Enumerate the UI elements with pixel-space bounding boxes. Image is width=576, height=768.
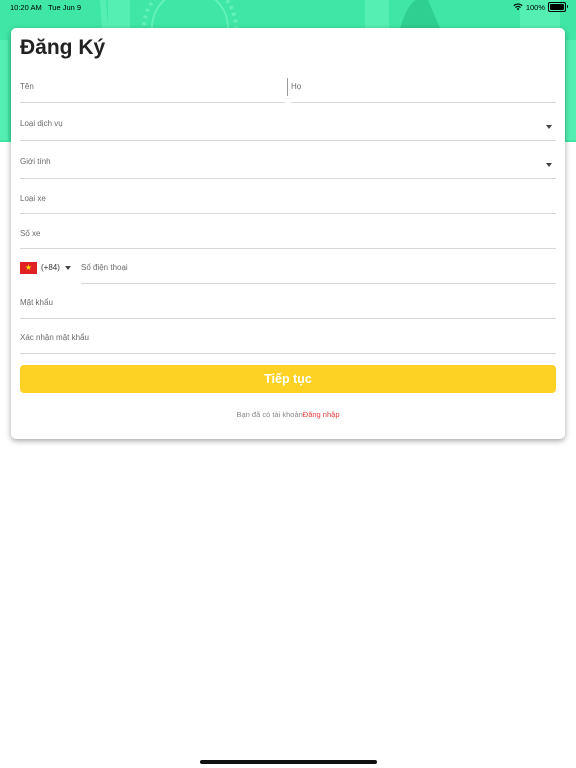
last-name-placeholder: Họ: [291, 82, 302, 91]
status-time: 10:20 AM Tue Jun 9: [10, 3, 82, 12]
status-bar: 10:20 AM Tue Jun 9 100%: [0, 0, 576, 16]
wifi-icon: [513, 3, 523, 11]
service-type-placeholder: Loại dịch vụ: [20, 119, 63, 128]
login-link[interactable]: Đăng nhập: [303, 410, 340, 419]
password-placeholder: Mật khẩu: [20, 298, 53, 307]
chevron-down-icon[interactable]: [65, 266, 71, 270]
vehicle-number-placeholder: Số xe: [20, 229, 41, 238]
home-indicator: [200, 760, 377, 764]
first-name-placeholder: Tên: [20, 82, 34, 91]
phone-field[interactable]: Số điện thoại: [81, 256, 556, 284]
first-name-field[interactable]: Tên: [20, 73, 285, 103]
service-type-select[interactable]: Loại dịch vụ: [20, 110, 556, 141]
last-name-field[interactable]: Họ: [291, 73, 556, 103]
gender-placeholder: Giới tính: [20, 157, 51, 166]
chevron-down-icon: [546, 125, 552, 129]
battery-level-fill: [550, 4, 564, 10]
phone-placeholder: Số điện thoại: [81, 263, 128, 272]
have-account-text: Bạn đã có tài khoản: [236, 410, 303, 419]
chevron-down-icon: [546, 163, 552, 167]
vietnam-flag-icon[interactable]: ★: [20, 262, 37, 274]
password-field[interactable]: Mật khẩu: [20, 291, 556, 319]
battery-percentage: 100%: [525, 2, 545, 12]
login-prompt: Bạn đã có tài khoảnĐăng nhập: [11, 410, 565, 419]
registration-card: Đăng Ký Tên Họ Loại dịch vụ Giới tính Lo…: [11, 28, 565, 439]
vehicle-number-field[interactable]: Số xe: [20, 221, 556, 249]
name-field-divider: [287, 78, 288, 96]
battery-icon: [548, 2, 568, 12]
confirm-password-field[interactable]: Xác nhận mật khẩu: [20, 326, 556, 354]
vehicle-type-field[interactable]: Loại xe: [20, 186, 556, 214]
continue-button[interactable]: Tiếp tục: [20, 365, 556, 393]
confirm-password-placeholder: Xác nhận mật khẩu: [20, 333, 89, 342]
page-title: Đăng Ký: [20, 36, 106, 59]
vehicle-type-placeholder: Loại xe: [20, 194, 46, 203]
status-date: Tue Jun 9: [47, 3, 82, 12]
gender-select[interactable]: Giới tính: [20, 148, 556, 179]
country-code[interactable]: (+84): [41, 263, 60, 272]
